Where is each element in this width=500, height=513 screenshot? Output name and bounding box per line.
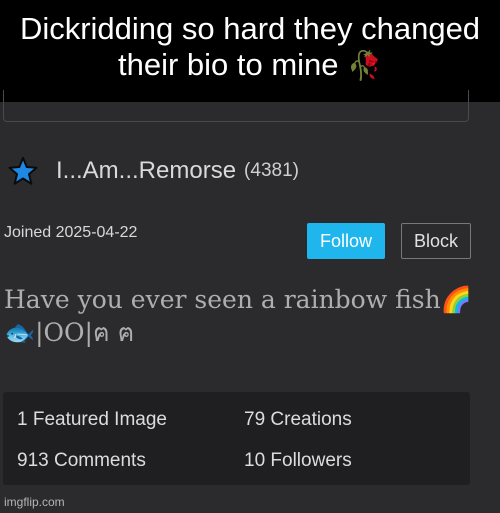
blue-star-icon: [8, 156, 38, 185]
caption-text: Dickridding so hard they changed their b…: [19, 11, 481, 82]
block-button[interactable]: Block: [401, 223, 471, 259]
imgflip-watermark: imgflip.com: [4, 495, 65, 509]
followers-link[interactable]: 10 Followers: [244, 450, 352, 472]
creations-link[interactable]: 79 Creations: [244, 409, 352, 431]
user-points: (4381): [244, 160, 299, 181]
wilted-rose-icon: 🥀: [347, 50, 383, 81]
user-bio: Have you ever seen a rainbow fish🌈🐟|OO|ฅ…: [4, 285, 472, 347]
featured-images-link[interactable]: 1 Featured Image: [17, 409, 167, 431]
user-header: I...Am...Remorse (4381): [8, 156, 299, 186]
follow-button[interactable]: Follow: [307, 223, 385, 259]
previous-section-box: [3, 90, 469, 122]
meme-caption: Dickridding so hard they changed their b…: [0, 0, 500, 102]
username[interactable]: I...Am...Remorse: [56, 157, 236, 185]
comments-link[interactable]: 913 Comments: [17, 450, 146, 472]
joined-date: Joined 2025-04-22: [4, 224, 138, 241]
stats-panel: 1 Featured Image 79 Creations 913 Commen…: [3, 392, 470, 485]
